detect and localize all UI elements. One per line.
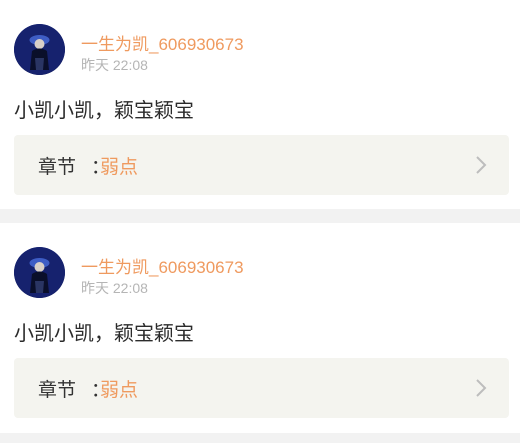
comment-text: 小凯小凯，颖宝颖宝 <box>14 321 194 345</box>
post-time: 昨天 22:08 <box>81 57 148 73</box>
username-link[interactable]: 一生为凯_606930673 <box>81 30 244 55</box>
chevron-right-icon <box>475 378 487 398</box>
chapter-title: 弱点 <box>100 379 139 401</box>
comment-text: 小凯小凯，颖宝颖宝 <box>14 98 194 122</box>
post-time: 昨天 22:08 <box>81 280 148 296</box>
avatar[interactable] <box>14 247 65 298</box>
comment-card: 一生为凯_606930673 昨天 22:08 小凯小凯，颖宝颖宝 章节 ： 弱… <box>0 0 520 209</box>
chapter-link[interactable]: 章节 ： 弱点 <box>14 358 509 418</box>
avatar[interactable] <box>14 24 65 75</box>
avatar-image <box>14 24 65 75</box>
chapter-label: 章节 <box>38 156 77 178</box>
chapter-title: 弱点 <box>100 156 139 178</box>
chevron-right-icon <box>475 155 487 175</box>
username-link[interactable]: 一生为凯_606930673 <box>81 253 244 278</box>
avatar-image <box>14 247 65 298</box>
comment-feed: 一生为凯_606930673 昨天 22:08 小凯小凯，颖宝颖宝 章节 ： 弱… <box>0 0 520 443</box>
chapter-label: 章节 <box>38 379 77 401</box>
comment-card: 一生为凯_606930673 昨天 22:08 小凯小凯，颖宝颖宝 章节 ： 弱… <box>0 223 520 433</box>
chapter-link[interactable]: 章节 ： 弱点 <box>14 135 509 195</box>
